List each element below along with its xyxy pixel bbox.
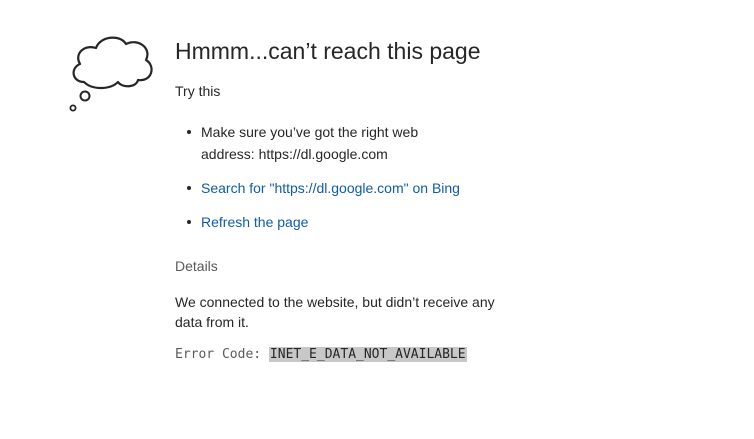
page-title: Hmmm...can’t reach this page — [175, 38, 481, 64]
suggestion-text-line2: address: https://dl.google.com — [201, 146, 388, 162]
error-code: Error Code: INET_E_DATA_NOT_AVAILABLE — [175, 346, 735, 364]
error-code-label: Error Code: — [175, 347, 262, 362]
bullet-icon — [187, 220, 191, 224]
error-code-value: INET_E_DATA_NOT_AVAILABLE — [268, 347, 467, 362]
suggestion-text-line1: Make sure you’ve got the right web — [201, 124, 419, 140]
bullet-icon — [187, 130, 191, 134]
suggestion-refresh: Refresh the page — [175, 211, 735, 233]
refresh-page-link[interactable]: Refresh the page — [201, 214, 308, 230]
bullet-icon — [187, 186, 191, 190]
details-heading: Details — [175, 258, 218, 274]
suggestion-search-bing: Search for "https://dl.google.com" on Bi… — [175, 177, 735, 199]
thought-cloud-icon — [66, 30, 156, 115]
suggestions-list: Make sure you’ve got the right web addre… — [175, 121, 735, 233]
try-this-heading: Try this — [175, 83, 221, 99]
search-bing-link[interactable]: Search for "https://dl.google.com" on Bi… — [201, 180, 460, 196]
suggestion-check-address: Make sure you’ve got the right web addre… — [175, 121, 735, 165]
error-content: Hmmm...can’t reach this page Try this Ma… — [175, 36, 735, 364]
details-text: We connected to the website, but didn’t … — [175, 294, 495, 330]
